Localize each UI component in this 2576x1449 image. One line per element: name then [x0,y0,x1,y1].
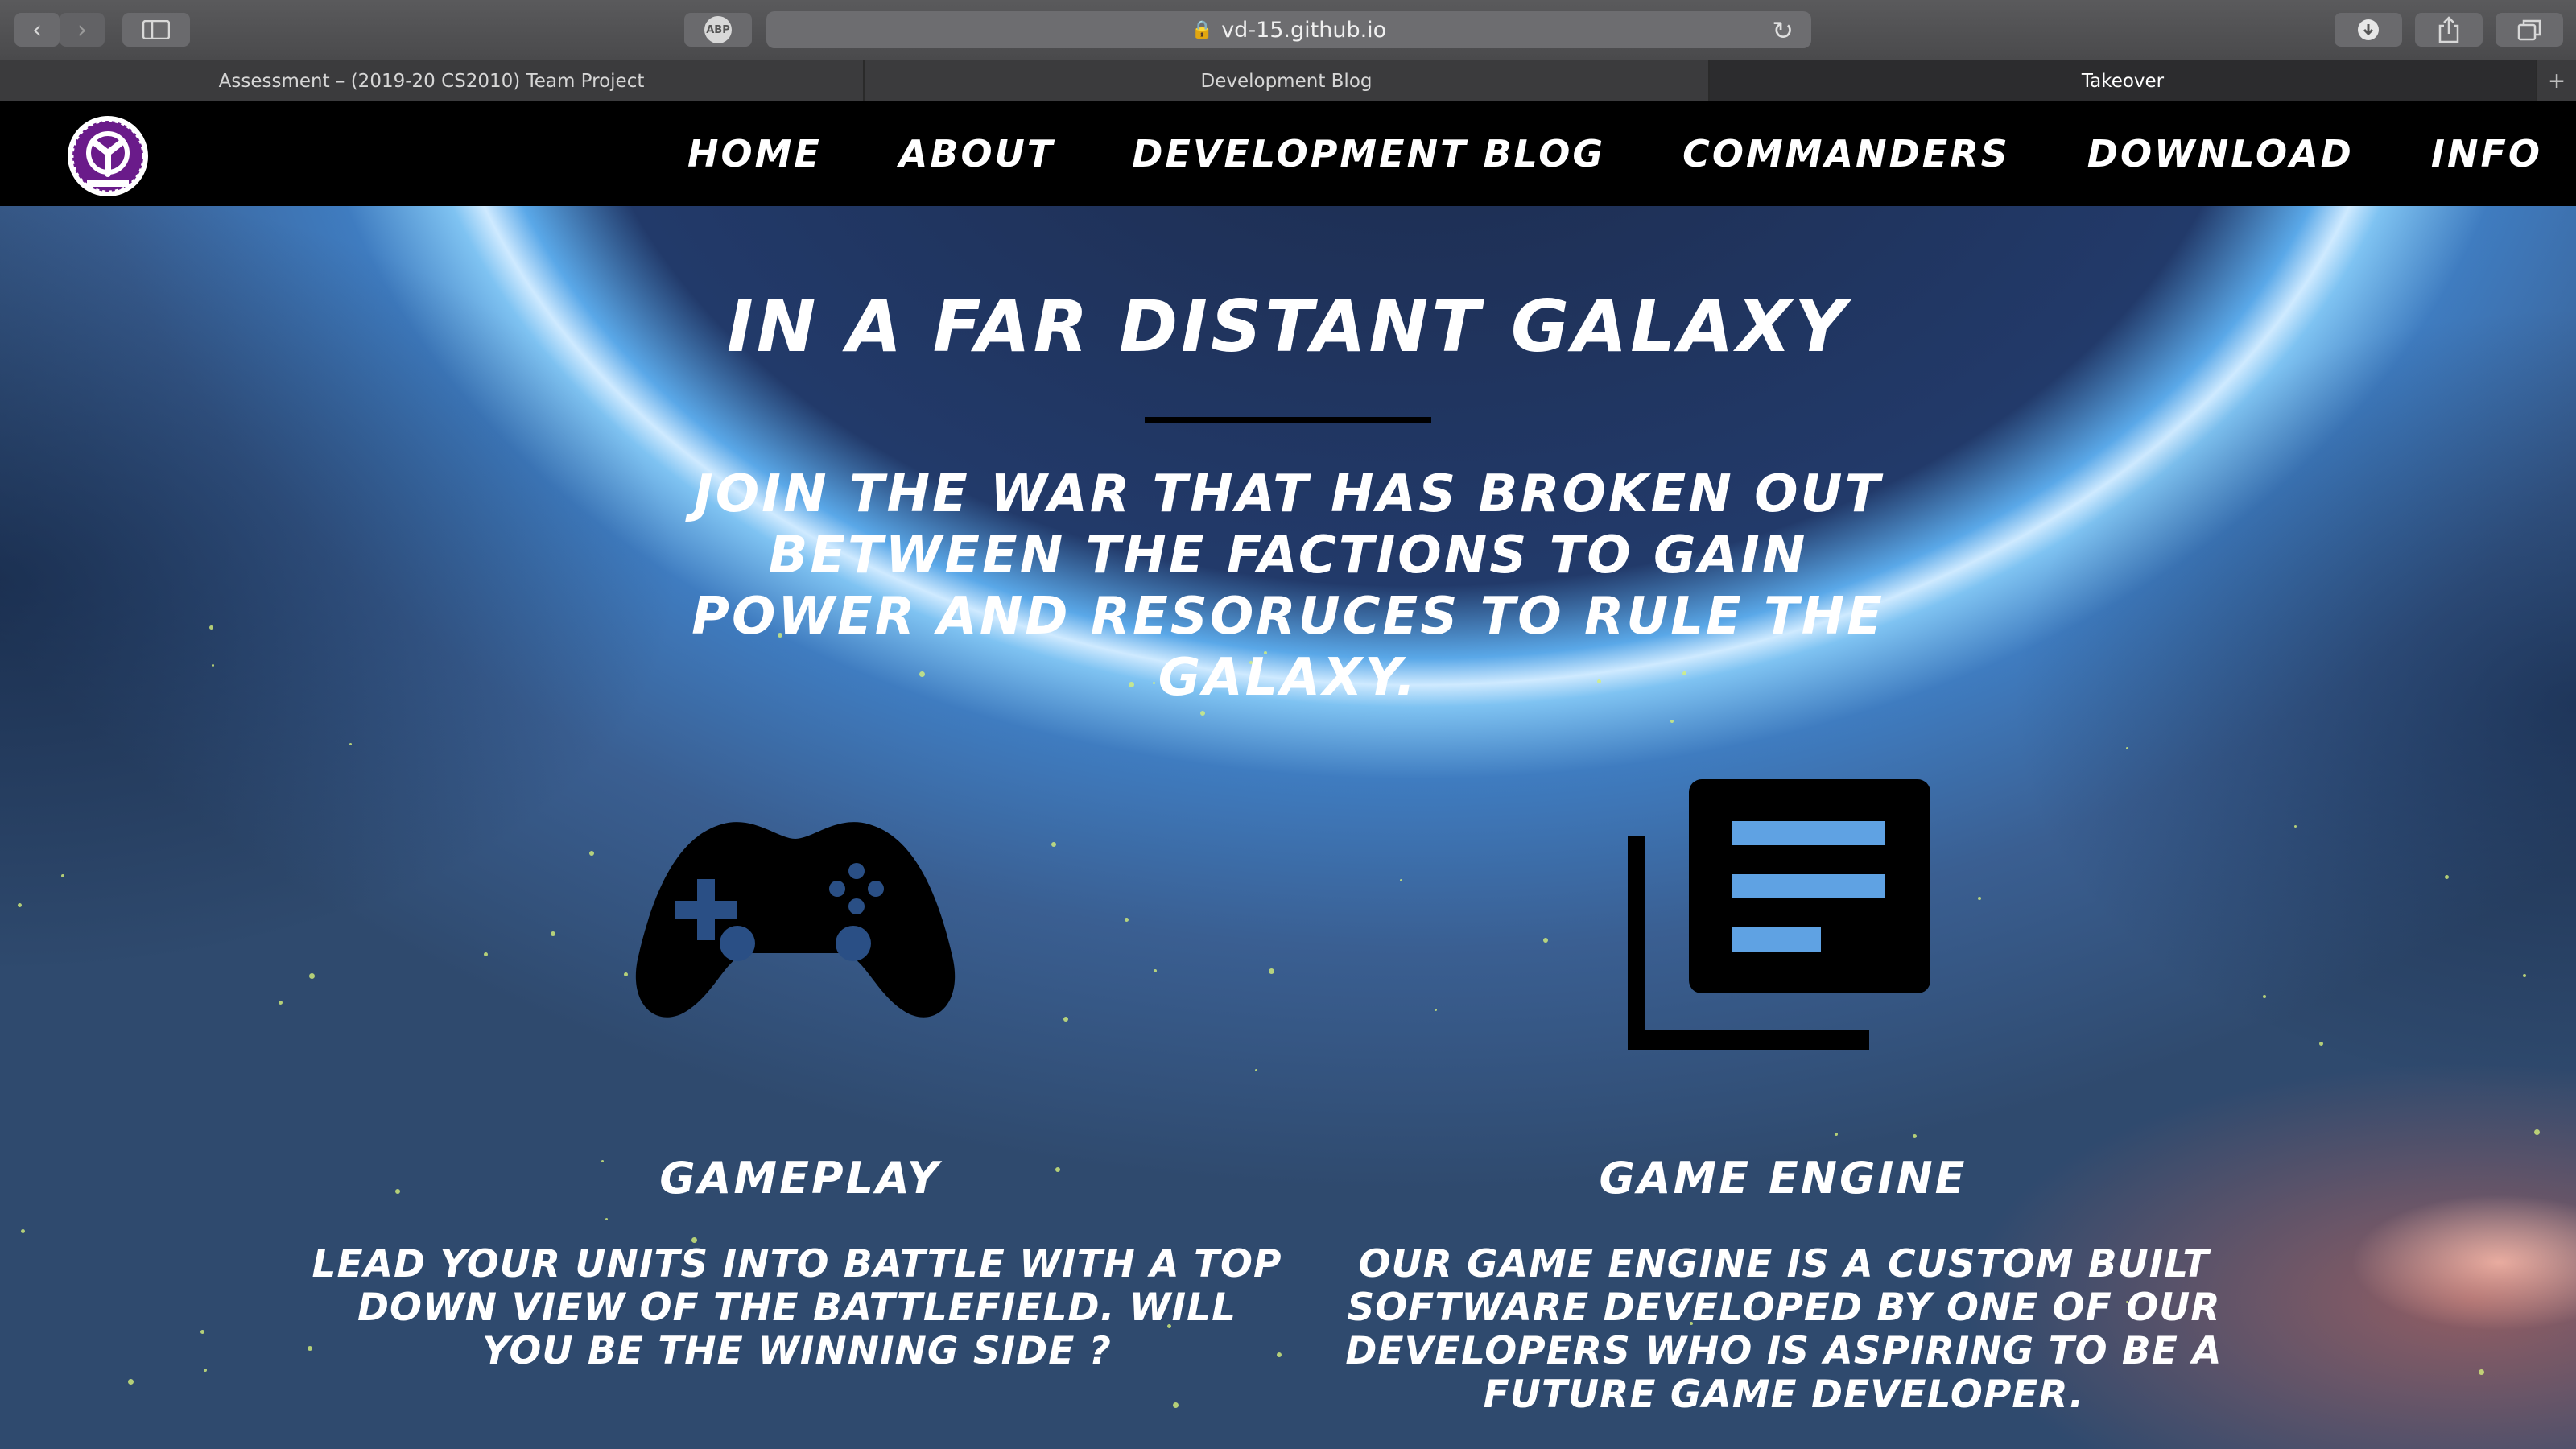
feature-title-gameplay: GAMEPLAY [659,1153,941,1203]
browser-toolbar: ‹ › ABP 🔒 vd-15.github.io ↻ [0,0,2576,60]
plus-icon: + [2549,65,2565,97]
back-icon: ‹ [32,15,42,44]
sidebar-icon [142,20,170,39]
forward-icon: › [77,15,87,44]
tab-bar: Assessment – (2019-20 CS2010) Team Proje… [0,60,2576,103]
share-button[interactable] [2415,13,2483,47]
faction-emblem-icon [68,116,148,196]
nav-commanders[interactable]: COMMANDERS [1682,132,2010,175]
tab-label: Development Blog [1200,71,1373,92]
sidebar-button[interactable] [122,13,190,47]
tab-takeover[interactable]: Takeover [1710,60,2537,102]
title-divider [1145,417,1431,423]
download-button[interactable] [2334,13,2402,47]
tab-assessment[interactable]: Assessment – (2019-20 CS2010) Team Proje… [0,60,865,102]
nav-development-blog[interactable]: DEVELOPMENT BLOG [1132,132,1605,175]
new-tab-button[interactable]: + [2537,60,2576,102]
site-navbar: HOME ABOUT DEVELOPMENT BLOG COMMANDERS D… [0,101,2576,206]
lock-icon: 🔒 [1191,19,1214,40]
tab-label: Assessment – (2019-20 CS2010) Team Proje… [218,71,645,92]
tab-development-blog[interactable]: Development Blog [865,60,1710,102]
feature-text-gameplay: LEAD YOUR UNITS INTO BATTLE WITH A TOP D… [312,1242,1282,1373]
news-library-icon [1628,779,1930,1050]
gamepad-icon [635,822,956,1018]
tab-label: Takeover [2081,71,2165,92]
nav-links: HOME ABOUT DEVELOPMENT BLOG COMMANDERS D… [610,101,2542,206]
hero-lead-text: JOIN THE WAR THAT HAS BROKEN OUT BETWEEN… [691,464,1885,708]
hero-content: IN A FAR DISTANT GALAXY JOIN THE WAR THA… [0,206,2576,1449]
nav-download[interactable]: DOWNLOAD [2087,132,2354,175]
nav-about[interactable]: ABOUT [899,132,1055,175]
back-button[interactable]: ‹ [14,13,60,47]
hero-title: IN A FAR DISTANT GALAXY [727,285,1849,368]
adblock-icon: ABP [704,16,732,43]
nav-home[interactable]: HOME [687,132,822,175]
tabs-overview-icon [2517,19,2541,41]
adblock-button[interactable]: ABP [684,13,752,47]
download-icon [2358,19,2379,40]
share-icon [2438,16,2459,43]
forward-button[interactable]: › [60,13,105,47]
feature-title-game-engine: GAME ENGINE [1599,1153,1967,1203]
nav-info[interactable]: INFO [2431,132,2542,175]
site-logo[interactable] [63,111,153,201]
tabs-overview-button[interactable] [2496,13,2563,47]
url-text: vd-15.github.io [1221,17,1387,43]
address-bar[interactable]: 🔒 vd-15.github.io ↻ [766,11,1811,48]
hero-section: IN A FAR DISTANT GALAXY JOIN THE WAR THA… [0,206,2576,1449]
reload-icon[interactable]: ↻ [1772,15,1794,46]
feature-text-game-engine: OUR GAME ENGINE IS A CUSTOM BUILT SOFTWA… [1345,1242,2223,1417]
